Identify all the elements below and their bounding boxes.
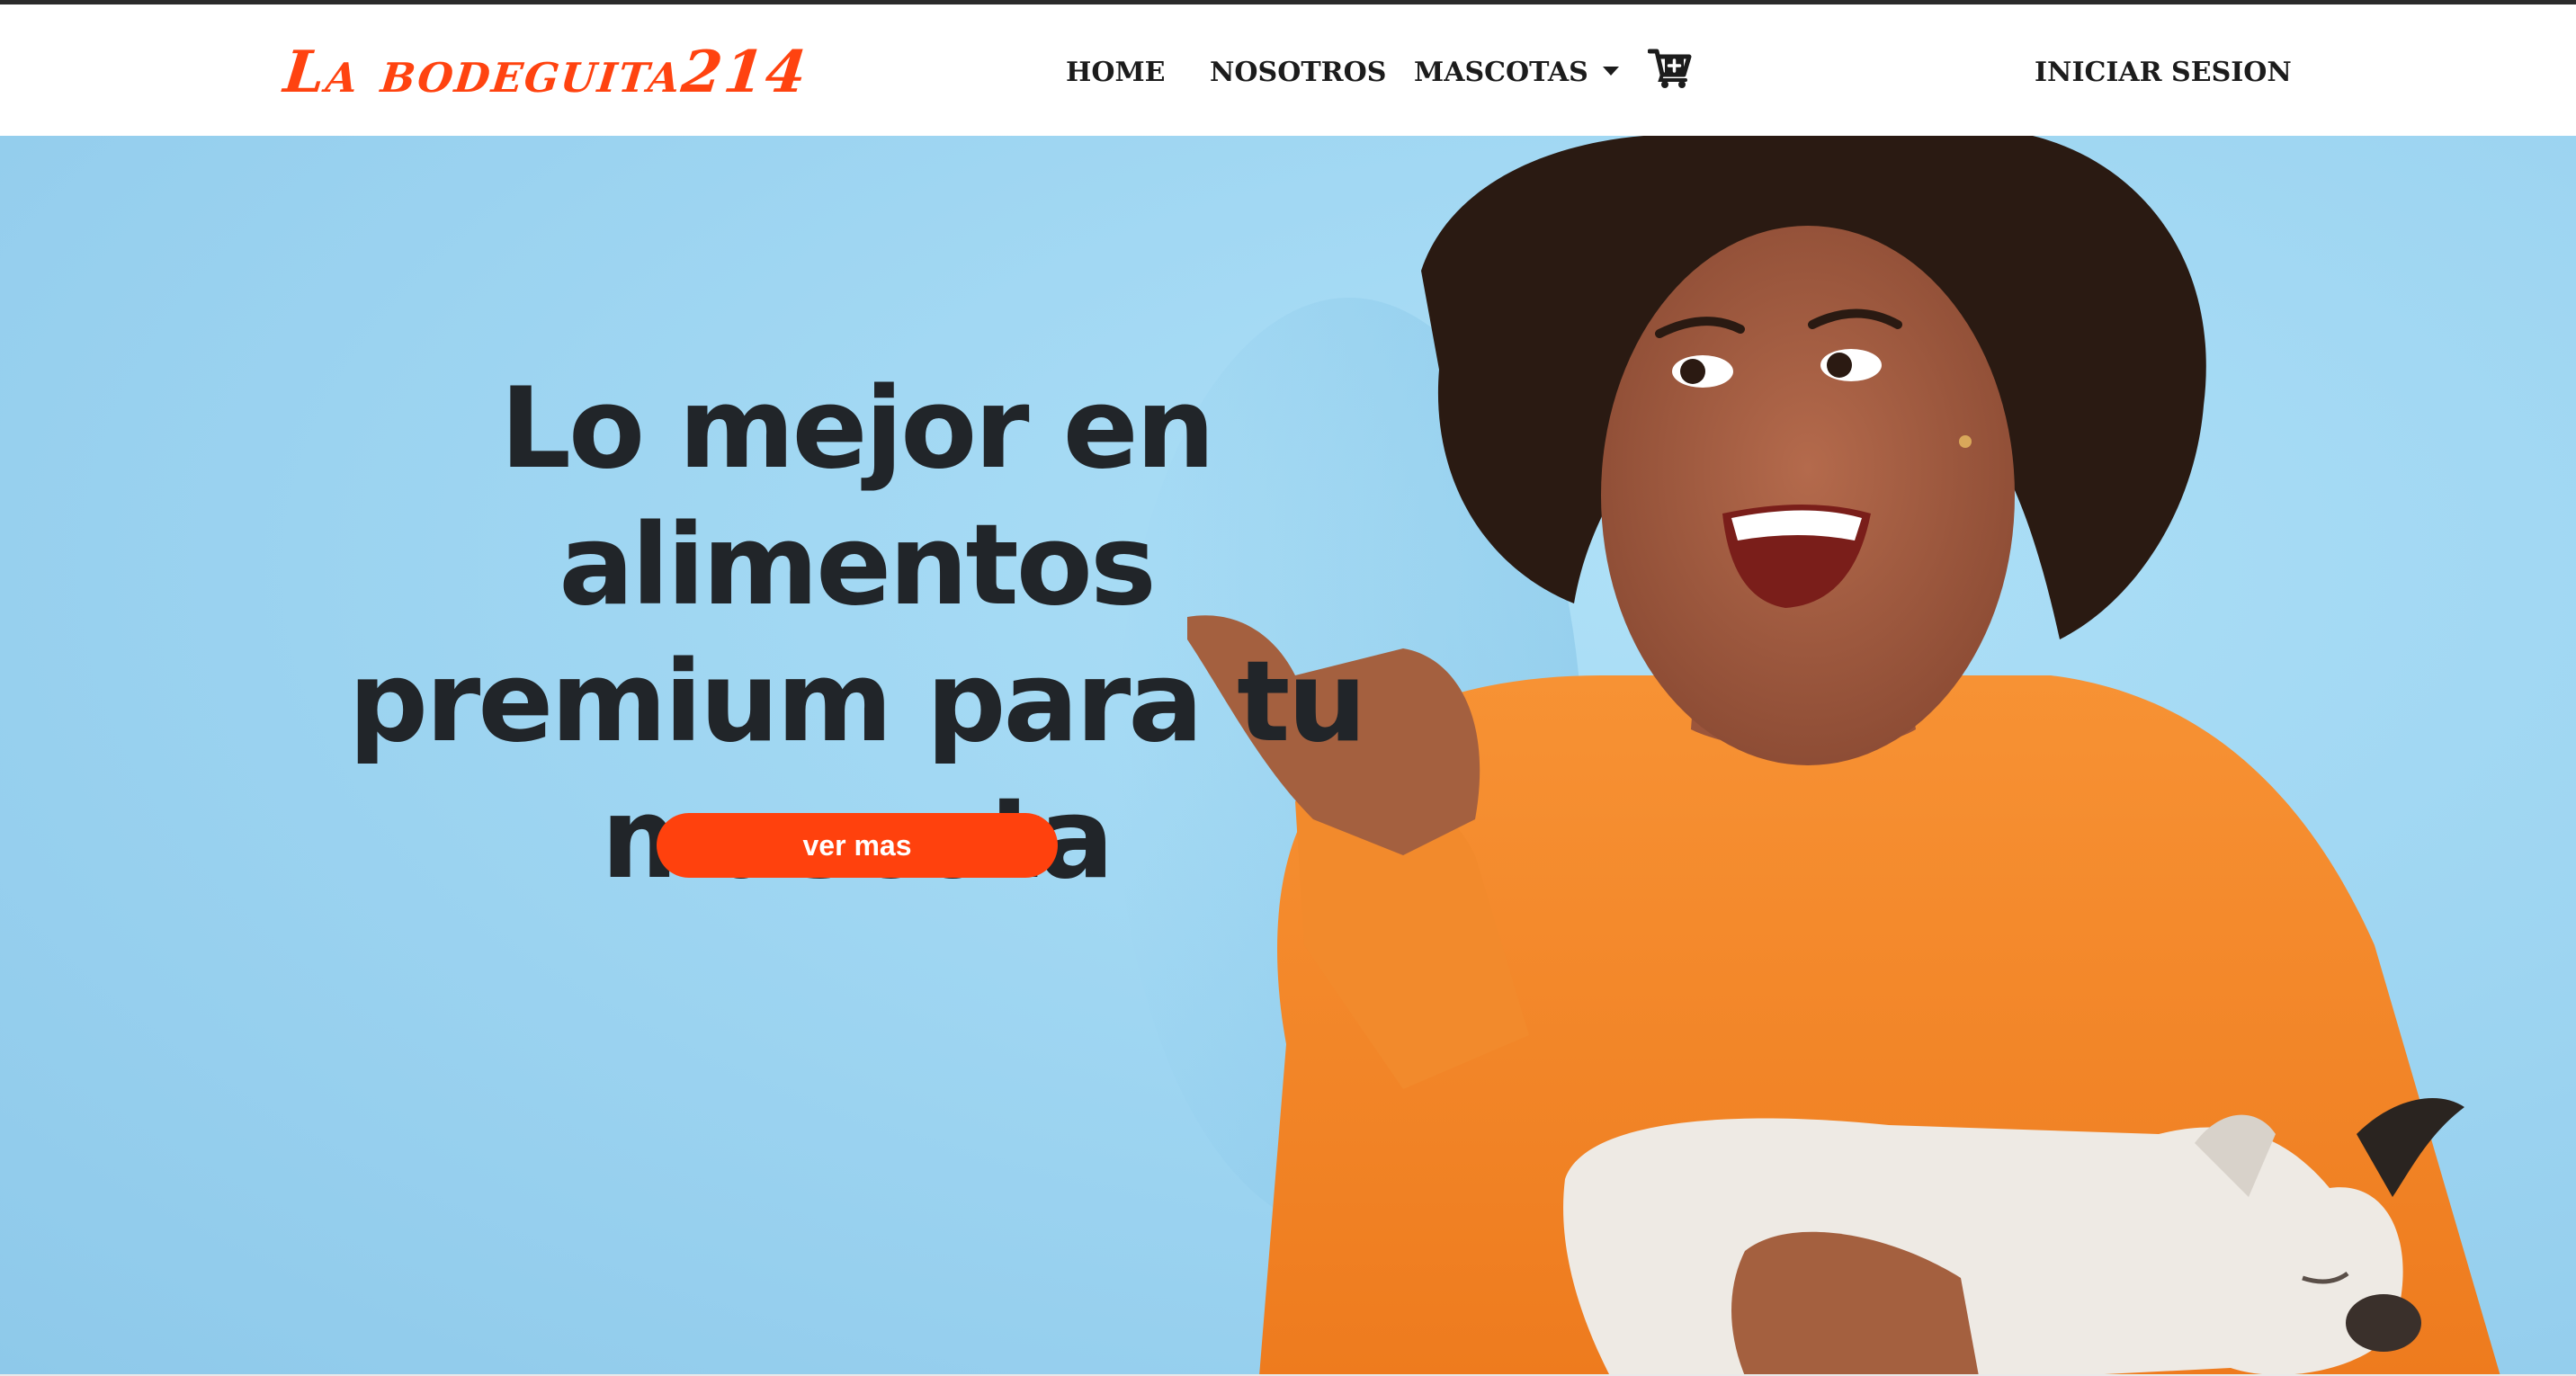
- chevron-down-icon: [1602, 67, 1619, 76]
- nav-home-link[interactable]: HOME: [1066, 53, 1166, 93]
- cart-plus-icon[interactable]: [1647, 48, 1693, 89]
- nav-mascotas-dropdown[interactable]: MASCOTAS: [1414, 53, 1619, 93]
- login-link[interactable]: INICIAR SESION: [2035, 53, 2292, 93]
- navbar: La bodeguita214 HOME NOSOTROS MASCOTAS I…: [0, 4, 2576, 136]
- ver-mas-button[interactable]: ver mas: [657, 813, 1058, 878]
- nav-mascotas-label: MASCOTAS: [1414, 57, 1588, 88]
- brand-logo[interactable]: La bodeguita214: [281, 37, 811, 109]
- hero-section: Lo mejor en alimentos premium para tu ma…: [0, 136, 2576, 1376]
- nav-nosotros-link[interactable]: NOSOTROS: [1210, 53, 1386, 93]
